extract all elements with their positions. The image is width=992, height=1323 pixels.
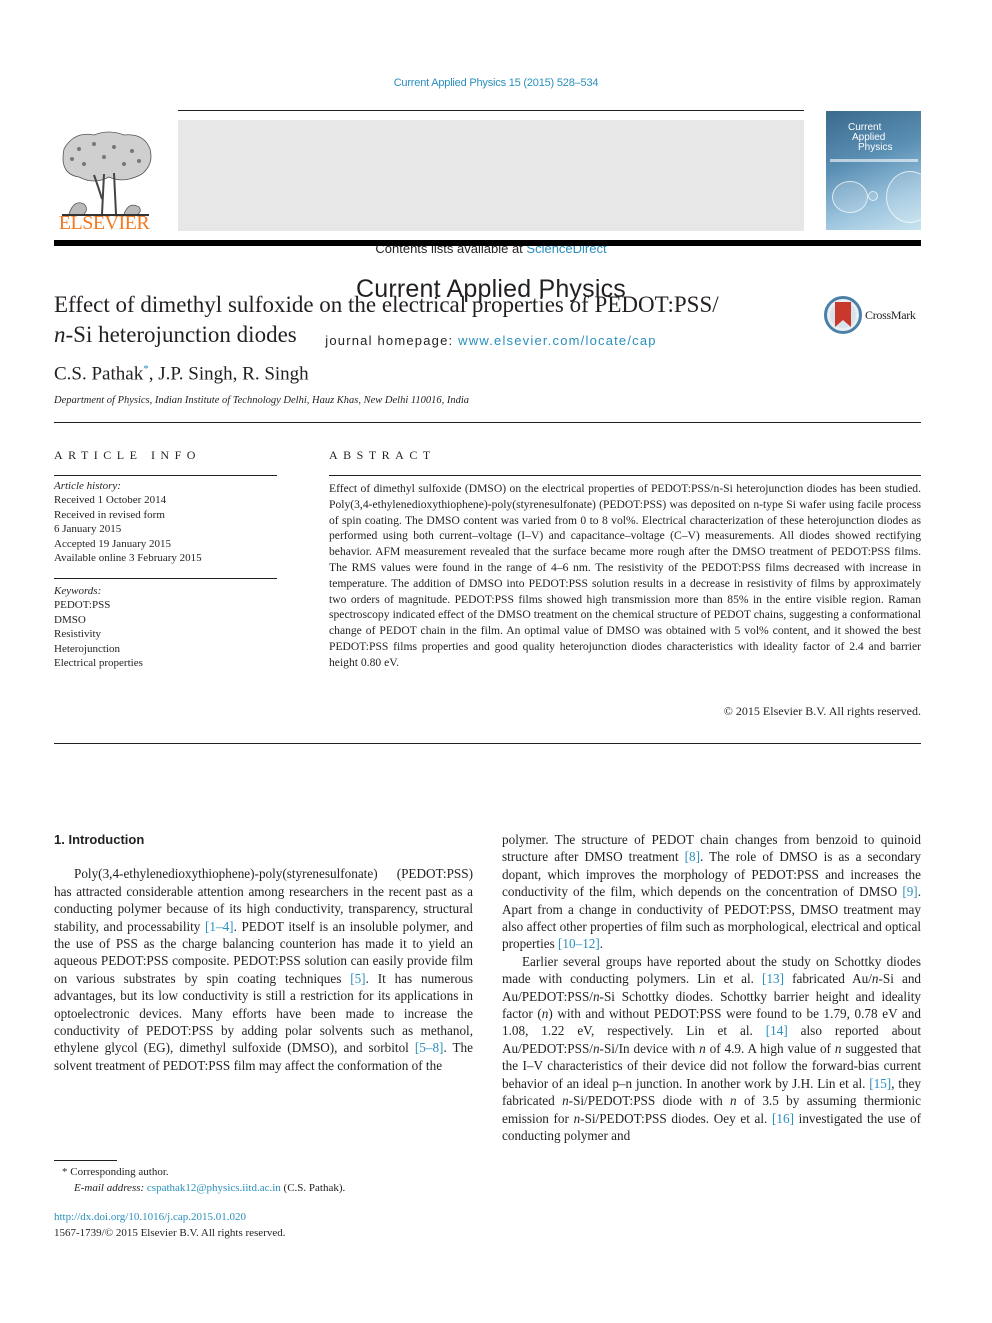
abstract-text: Effect of dimethyl sulfoxide (DMSO) on t… xyxy=(329,482,921,669)
abstract-heading: ABSTRACT xyxy=(329,448,436,462)
corresponding-author-mark[interactable]: * xyxy=(143,363,149,375)
italic-symbol: n xyxy=(592,988,600,1004)
keyword: Heterojunction xyxy=(54,642,120,655)
citation-ref-link[interactable]: [10–12] xyxy=(558,936,600,951)
history-entry: Accepted 19 January 2015 xyxy=(54,537,171,550)
affiliation: Department of Physics, Indian Institute … xyxy=(54,395,470,406)
article-info-heading: ARTICLE INFO xyxy=(54,448,201,462)
corresponding-author-note: Corresponding author. xyxy=(70,1166,169,1178)
citation-ref-link[interactable]: [8] xyxy=(685,849,700,864)
cover-title: Current Applied Physics xyxy=(848,123,892,153)
body-text: -Si/In device with xyxy=(599,1040,700,1056)
citation-ref-link[interactable]: [5–8] xyxy=(415,1040,444,1055)
italic-symbol: n xyxy=(562,1093,569,1109)
footnote-rule xyxy=(54,1160,117,1161)
crossmark-icon xyxy=(824,296,862,334)
cover-title-line: Physics xyxy=(858,142,893,153)
body-column-right: polymer. The structure of PEDOT chain ch… xyxy=(502,831,921,1144)
email-link[interactable]: cspathak12@physics.iitd.ac.in xyxy=(147,1182,281,1194)
italic-symbol: n xyxy=(730,1093,737,1109)
citation-ref-link[interactable]: [15] xyxy=(869,1076,891,1091)
author-name[interactable]: R. Singh xyxy=(242,363,309,384)
italic-symbol: n xyxy=(699,1040,706,1056)
body-text: -Si/PEDOT:PSS diode with xyxy=(568,1093,731,1109)
footnote-mark: * xyxy=(62,1166,68,1178)
journal-banner: Contents lists available at ScienceDirec… xyxy=(178,120,804,348)
citation-ref-link[interactable]: [13] xyxy=(762,971,784,986)
divider xyxy=(54,743,921,744)
author-name[interactable]: J.P. Singh xyxy=(158,363,232,384)
italic-symbol: n xyxy=(871,971,879,987)
divider xyxy=(54,578,277,579)
cover-bubble xyxy=(886,171,921,223)
body-text: -Si/PEDOT:PSS diodes. Oey et al. xyxy=(580,1110,773,1126)
keyword: Resistivity xyxy=(54,628,102,641)
email-label: E-mail address: xyxy=(74,1181,145,1194)
citation-ref-link[interactable]: [16] xyxy=(772,1111,794,1126)
issn-copyright: 1567-1739/© 2015 Elsevier B.V. All right… xyxy=(54,1226,286,1239)
doi-block: http://dx.doi.org/10.1016/j.cap.2015.01.… xyxy=(54,1210,286,1241)
cover-bubble xyxy=(868,191,878,201)
doi-link[interactable]: http://dx.doi.org/10.1016/j.cap.2015.01.… xyxy=(54,1210,286,1226)
keywords-label: Keywords: xyxy=(54,585,102,597)
elsevier-wordmark: ELSEVIER xyxy=(58,212,150,234)
divider xyxy=(329,475,921,476)
history-entry: 6 January 2015 xyxy=(54,523,122,536)
keyword: DMSO xyxy=(54,613,86,626)
crossmark-button[interactable]: CrossMark xyxy=(824,296,924,336)
history-entry: Received in revised form xyxy=(54,508,165,521)
keyword: PEDOT:PSS xyxy=(54,599,111,612)
history-entry: Available online 3 February 2015 xyxy=(54,552,202,565)
citation-ref-link[interactable]: [1–4] xyxy=(205,919,234,934)
section-title: 1. Introduction xyxy=(54,832,145,847)
email-owner: (C.S. Pathak). xyxy=(283,1181,346,1194)
citation-ref-link[interactable]: [9] xyxy=(902,884,917,899)
author-name[interactable]: C.S. Pathak xyxy=(54,363,143,384)
keyword: Electrical properties xyxy=(54,657,143,670)
divider xyxy=(54,422,921,423)
divider xyxy=(54,475,277,476)
journal-citation[interactable]: Current Applied Physics 15 (2015) 528–53… xyxy=(0,77,992,89)
article-title: Effect of dimethyl sulfoxide on the elec… xyxy=(54,290,814,350)
cover-subtitle-bar xyxy=(830,159,918,162)
header-top-rule xyxy=(178,110,804,111)
body-column-left: 1. Introduction Poly(3,4-ethylenedioxyth… xyxy=(54,831,473,1074)
title-line-2: -Si heterojunction diodes xyxy=(65,322,297,347)
title-italic-n: n xyxy=(54,322,66,347)
cover-bubble xyxy=(832,181,868,213)
history-entry: Received 1 October 2014 xyxy=(54,494,167,507)
title-line-1: Effect of dimethyl sulfoxide on the elec… xyxy=(54,292,719,317)
citation-ref-link[interactable]: [5] xyxy=(350,971,365,986)
italic-symbol: n xyxy=(592,1040,600,1056)
journal-cover-image[interactable]: Current Applied Physics xyxy=(826,111,921,230)
body-text: fabricated Au/ xyxy=(784,971,872,987)
crossmark-label: CrossMark xyxy=(865,308,916,322)
body-text: of 4.9. A high value of xyxy=(705,1040,835,1056)
abstract-copyright: © 2015 Elsevier B.V. All rights reserved… xyxy=(723,704,921,718)
citation-ref-link[interactable]: [14] xyxy=(766,1023,788,1038)
body-text: . xyxy=(599,936,604,952)
article-history-label: Article history: xyxy=(54,480,121,492)
author-list: C.S. Pathak*, J.P. Singh, R. Singh xyxy=(54,363,309,385)
article-history: Article history: Received 1 October 2014… xyxy=(54,479,202,565)
keywords-list: Keywords: PEDOT:PSS DMSO Resistivity Het… xyxy=(54,584,143,670)
footnote: * Corresponding author. E-mail address: … xyxy=(62,1165,345,1196)
intro-paragraph: Earlier several groups have reported abo… xyxy=(502,953,921,1144)
intro-paragraph: polymer. The structure of PEDOT chain ch… xyxy=(502,831,921,953)
intro-paragraph: Poly(3,4-ethylenedioxythiophene)-poly(st… xyxy=(54,865,473,1074)
header-thick-rule xyxy=(54,240,921,246)
